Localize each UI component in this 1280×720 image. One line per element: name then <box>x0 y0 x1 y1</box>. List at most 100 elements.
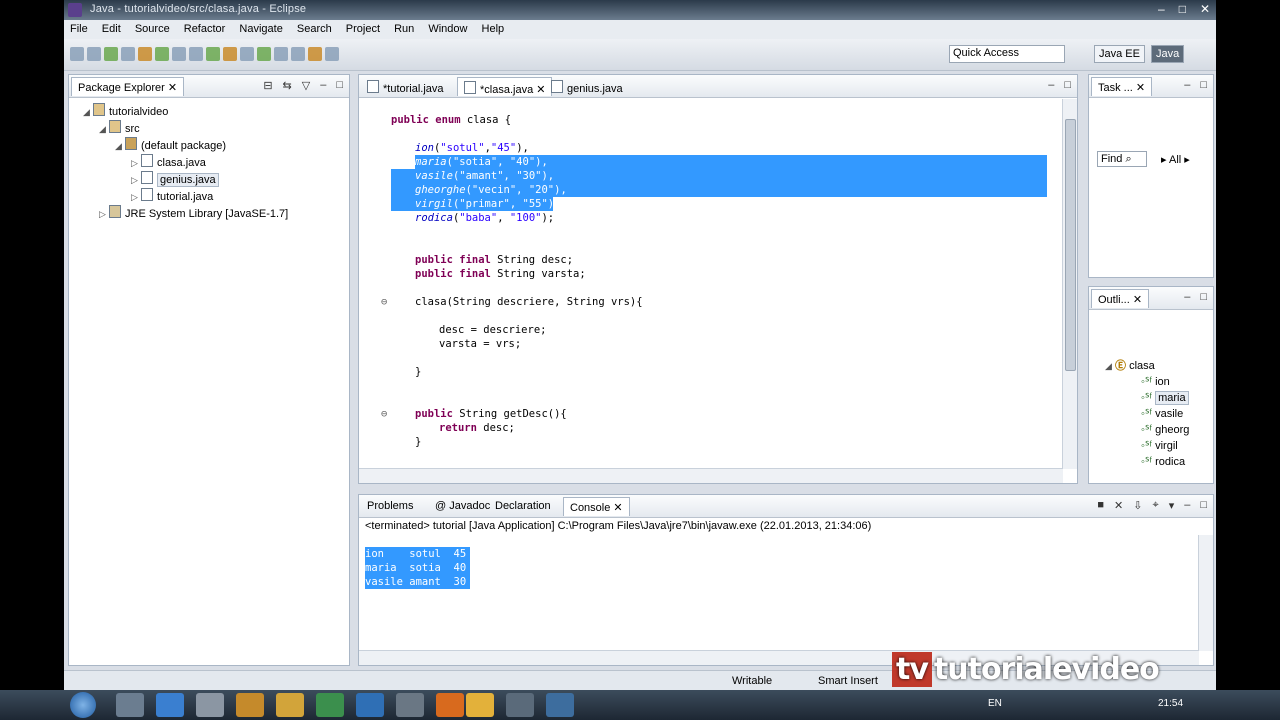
taskbar-app-icon[interactable] <box>546 693 574 717</box>
console-vertical-scrollbar[interactable] <box>1198 535 1213 651</box>
menu-run[interactable]: Run <box>388 20 419 35</box>
editor-vertical-scrollbar[interactable] <box>1062 99 1077 469</box>
tree-item-src[interactable]: ◢ src <box>99 120 140 137</box>
link-editor-icon[interactable]: ⇆ <box>283 79 292 92</box>
firefox-icon[interactable] <box>436 693 464 717</box>
taskbar-app-icon[interactable] <box>116 693 144 717</box>
maximize-view-button[interactable]: □ <box>1200 291 1207 303</box>
window-title: Java - tutorialvideo/src/clasa.java - Ec… <box>90 3 307 15</box>
collapse-all-icon[interactable]: ⊟ <box>263 79 272 92</box>
outline-item[interactable]: ◦ᔆᶠ ion <box>1141 375 1170 392</box>
menu-help[interactable]: Help <box>476 20 510 35</box>
back-icon[interactable] <box>308 47 322 61</box>
new-class-icon[interactable] <box>223 47 237 61</box>
menu-file[interactable]: File <box>64 20 93 35</box>
minimize-button[interactable]: – <box>1158 2 1165 16</box>
fold-marker[interactable]: ⊖ <box>381 407 387 421</box>
next-annotation-icon[interactable] <box>274 47 288 61</box>
tree-item-project[interactable]: ◢ tutorialvideo <box>83 103 168 120</box>
tree-item-default-package[interactable]: ◢ (default package) <box>115 137 226 154</box>
chrome-icon[interactable] <box>466 693 494 717</box>
outline-item[interactable]: ◦ᔆᶠ maria <box>1141 391 1189 408</box>
menu-window[interactable]: Window <box>422 20 472 35</box>
menu-refactor[interactable]: Refactor <box>178 20 231 35</box>
forward-icon[interactable] <box>325 47 339 61</box>
menu-bar: File Edit Source Refactor Navigate Searc… <box>64 20 1216 39</box>
start-button[interactable] <box>70 692 96 718</box>
minimize-view-button[interactable]: – <box>1184 291 1190 303</box>
outline-item[interactable]: ◦ᔆᶠ vasile <box>1141 407 1183 424</box>
perspective-java[interactable]: Java <box>1150 45 1185 63</box>
maximize-view-button[interactable]: □ <box>1200 79 1207 91</box>
new-icon[interactable] <box>70 47 84 61</box>
minimize-view-button[interactable]: – <box>1184 79 1190 91</box>
save-icon[interactable] <box>87 47 101 61</box>
tree-item-file[interactable]: ▷ tutorial.java <box>131 188 213 205</box>
ie-icon[interactable] <box>156 693 184 717</box>
minimize-view-button[interactable]: – <box>320 79 326 92</box>
taskbar-app-icon[interactable] <box>276 693 304 717</box>
external-tools-icon[interactable] <box>172 47 186 61</box>
task-filter-all[interactable]: ▸ All ▸ <box>1161 153 1190 166</box>
menu-source[interactable]: Source <box>129 20 175 35</box>
print-icon[interactable] <box>104 47 118 61</box>
view-menu-icon[interactable]: ▽ <box>302 79 310 92</box>
clock[interactable]: 21:54 <box>1158 698 1183 709</box>
outline-item[interactable]: ◦ᔆᶠ rodica <box>1141 455 1185 472</box>
perspective-java-ee[interactable]: Java EE <box>1094 45 1145 63</box>
tab-package-explorer[interactable]: Package Explorer ✕ <box>71 77 185 96</box>
pin-console-icon[interactable]: ⌖ <box>1152 499 1158 512</box>
menu-navigate[interactable]: Navigate <box>233 20 287 35</box>
outline-root[interactable]: ◢ Ⓔ clasa <box>1105 357 1155 374</box>
remove-launch-icon[interactable]: ✕ <box>1114 499 1123 512</box>
maximize-view-button[interactable]: □ <box>336 79 343 92</box>
outline-item[interactable]: ◦ᔆᶠ virgil <box>1141 439 1178 456</box>
debug-icon[interactable] <box>121 47 135 61</box>
console-output[interactable]: ion sotul 45 maria sotia 40 vasile amant… <box>361 547 1197 649</box>
close-button[interactable]: ✕ <box>1200 2 1210 16</box>
taskbar-app-icon[interactable] <box>396 693 424 717</box>
new-java-project-icon[interactable] <box>189 47 203 61</box>
taskbar-app-icon[interactable] <box>196 693 224 717</box>
tab-outline[interactable]: Outli... ✕ <box>1091 289 1150 308</box>
editor-tab-genius[interactable]: genius.java <box>545 77 629 96</box>
menu-search[interactable]: Search <box>291 20 337 35</box>
maximize-view-button[interactable]: □ <box>1200 499 1207 512</box>
menu-project[interactable]: Project <box>340 20 385 35</box>
tab-task-list[interactable]: Task ... ✕ <box>1091 77 1153 96</box>
tree-item-file[interactable]: ▷ genius.java <box>131 171 219 188</box>
scroll-lock-icon[interactable]: ⇩ <box>1133 499 1142 512</box>
task-find-input[interactable]: Find ⌕ <box>1097 151 1147 167</box>
tab-console[interactable]: Console ✕ <box>563 497 630 516</box>
code-editor[interactable]: public enum clasa { ion("sotul","45"), m… <box>359 99 1063 469</box>
tab-problems[interactable]: Problems <box>361 497 419 516</box>
open-console-icon[interactable]: ▾ <box>1169 499 1175 512</box>
minimize-view-button[interactable]: – <box>1048 79 1054 91</box>
tree-item-jre[interactable]: ▷ JRE System Library [JavaSE-1.7] <box>99 205 288 222</box>
coverage-icon[interactable] <box>155 47 169 61</box>
prev-annotation-icon[interactable] <box>291 47 305 61</box>
search-icon[interactable] <box>257 47 271 61</box>
minimize-view-button[interactable]: – <box>1184 499 1190 512</box>
terminate-icon[interactable]: ■ <box>1097 499 1104 512</box>
taskbar-app-icon[interactable] <box>356 693 384 717</box>
maximize-view-button[interactable]: □ <box>1064 79 1071 91</box>
open-type-icon[interactable] <box>240 47 254 61</box>
editor-tab-tutorial[interactable]: *tutorial.java <box>361 77 450 96</box>
tree-item-file[interactable]: ▷ clasa.java <box>131 154 206 171</box>
tab-declaration[interactable]: Declaration <box>489 497 557 516</box>
eclipse-taskbar-icon[interactable] <box>506 693 534 717</box>
run-icon[interactable] <box>138 47 152 61</box>
menu-edit[interactable]: Edit <box>96 20 126 35</box>
tab-javadoc[interactable]: @ Javadoc <box>429 497 496 516</box>
language-indicator[interactable]: EN <box>988 698 1002 709</box>
new-package-icon[interactable] <box>206 47 220 61</box>
editor-horizontal-scrollbar[interactable] <box>359 468 1063 483</box>
editor-tab-clasa[interactable]: *clasa.java ✕ <box>457 77 553 96</box>
taskbar-app-icon[interactable] <box>236 693 264 717</box>
quick-access-input[interactable]: Quick Access <box>949 45 1065 63</box>
fold-marker[interactable]: ⊖ <box>381 295 387 309</box>
outline-item[interactable]: ◦ᔆᶠ gheorg <box>1141 423 1189 440</box>
maximize-button[interactable]: □ <box>1179 2 1186 16</box>
taskbar-app-icon[interactable] <box>316 693 344 717</box>
